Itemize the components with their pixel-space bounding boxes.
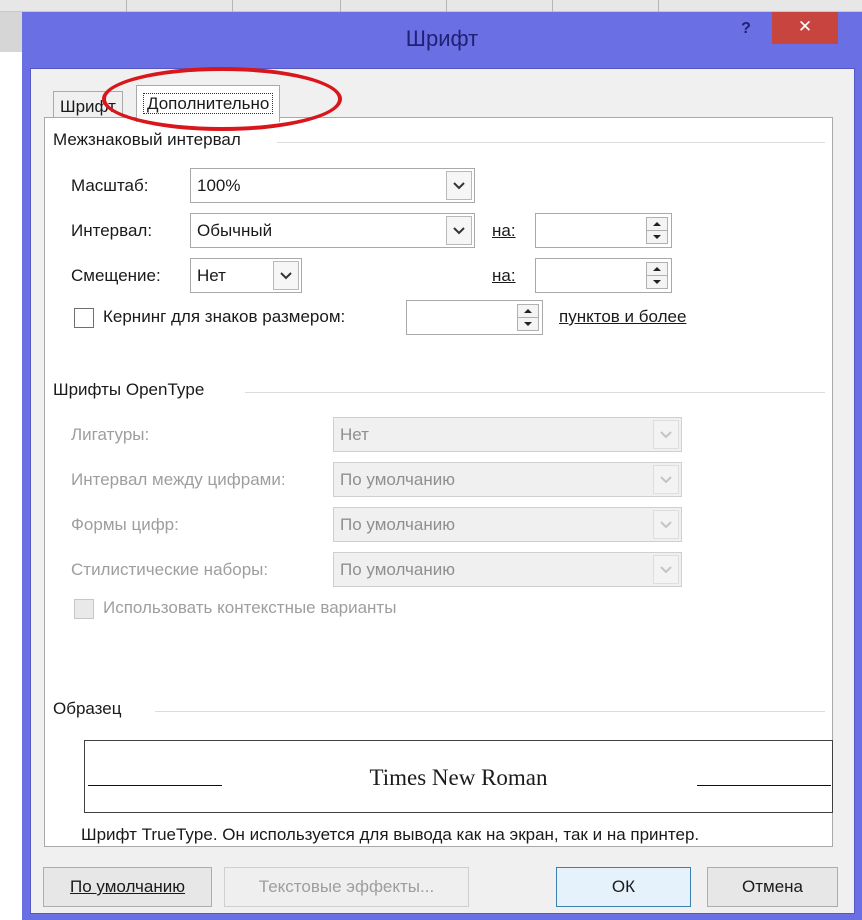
spacing-combo[interactable]: Обычный (190, 213, 475, 248)
spin-arrows-icon[interactable] (646, 217, 668, 244)
help-button[interactable]: ? (734, 20, 758, 44)
chevron-down-icon (653, 510, 679, 539)
chevron-down-icon[interactable] (446, 171, 472, 200)
text-effects-button-label: Текстовые эффекты... (258, 877, 435, 896)
spacing-value: Обычный (197, 221, 273, 240)
group-title-character-spacing: Межзнаковый интервал (53, 130, 241, 149)
group-separator (245, 392, 825, 393)
number-forms-label: Формы цифр: (71, 515, 179, 534)
font-preview-box: Times New Roman (84, 740, 833, 813)
spin-arrows-icon[interactable] (517, 304, 539, 331)
chevron-down-icon (653, 420, 679, 449)
dialog-client-area: Шрифт Дополнительно Межзнаковый интервал… (30, 68, 855, 914)
number-forms-combo: По умолчанию (333, 507, 682, 542)
group-separator (277, 142, 825, 143)
chevron-down-icon (653, 555, 679, 584)
group-title-opentype: Шрифты OpenType (53, 380, 205, 399)
group-separator (155, 711, 825, 712)
contextual-alternates-label: Использовать контекстные варианты (103, 598, 397, 617)
spin-arrows-icon[interactable] (646, 262, 668, 289)
chevron-down-icon[interactable] (273, 261, 299, 290)
preview-description: Шрифт TrueType. Он используется для выво… (81, 825, 700, 844)
position-value: Нет (197, 266, 226, 285)
ligatures-value: Нет (340, 425, 369, 444)
ok-button[interactable]: ОК (556, 867, 691, 907)
stylistic-sets-combo: По умолчанию (333, 552, 682, 587)
annotation-circle (102, 67, 342, 131)
stylistic-sets-label: Стилистические наборы: (71, 560, 269, 579)
kerning-label: Кернинг для знаков размером: (103, 307, 346, 326)
kerning-checkbox[interactable] (74, 308, 94, 328)
tab-panel-advanced: Межзнаковый интервал Масштаб: 100% Интер… (44, 117, 833, 847)
ligatures-combo: Нет (333, 417, 682, 452)
background-ribbon-strip (0, 0, 862, 12)
position-label: Смещение: (71, 266, 161, 285)
position-by-label: на: (492, 266, 516, 285)
group-title-preview: Образец (53, 699, 122, 718)
spacing-label: Интервал: (71, 221, 153, 240)
text-effects-button: Текстовые эффекты... (224, 867, 469, 907)
number-spacing-label: Интервал между цифрами: (71, 470, 286, 489)
scale-value: 100% (197, 176, 241, 195)
close-button[interactable]: ✕ (772, 12, 838, 44)
kerning-suffix: пунктов и более (559, 307, 687, 326)
spacing-by-label: на: (492, 221, 516, 240)
chevron-down-icon (653, 465, 679, 494)
number-spacing-value: По умолчанию (340, 470, 455, 489)
contextual-alternates-checkbox (74, 599, 94, 619)
kerning-spinner[interactable] (406, 300, 543, 335)
default-button-label: По умолчанию (70, 877, 185, 896)
spacing-by-spinner[interactable] (535, 213, 672, 248)
ok-button-label: ОК (611, 877, 636, 896)
number-spacing-combo: По умолчанию (333, 462, 682, 497)
background-document-edge (0, 12, 22, 52)
preview-underline-right (697, 785, 831, 786)
scale-combo[interactable]: 100% (190, 168, 475, 203)
preview-font-name: Times New Roman (369, 765, 548, 790)
ligatures-label: Лигатуры: (71, 425, 150, 444)
cancel-button[interactable]: Отмена (707, 867, 838, 907)
default-button[interactable]: По умолчанию (43, 867, 212, 907)
position-combo[interactable]: Нет (190, 258, 302, 293)
stylistic-sets-value: По умолчанию (340, 560, 455, 579)
position-by-spinner[interactable] (535, 258, 672, 293)
font-dialog: Шрифт ? ✕ Шрифт Дополнительно Межзнаковы… (22, 12, 862, 920)
chevron-down-icon[interactable] (446, 216, 472, 245)
scale-label: Масштаб: (71, 176, 149, 195)
cancel-button-label: Отмена (742, 877, 803, 896)
number-forms-value: По умолчанию (340, 515, 455, 534)
